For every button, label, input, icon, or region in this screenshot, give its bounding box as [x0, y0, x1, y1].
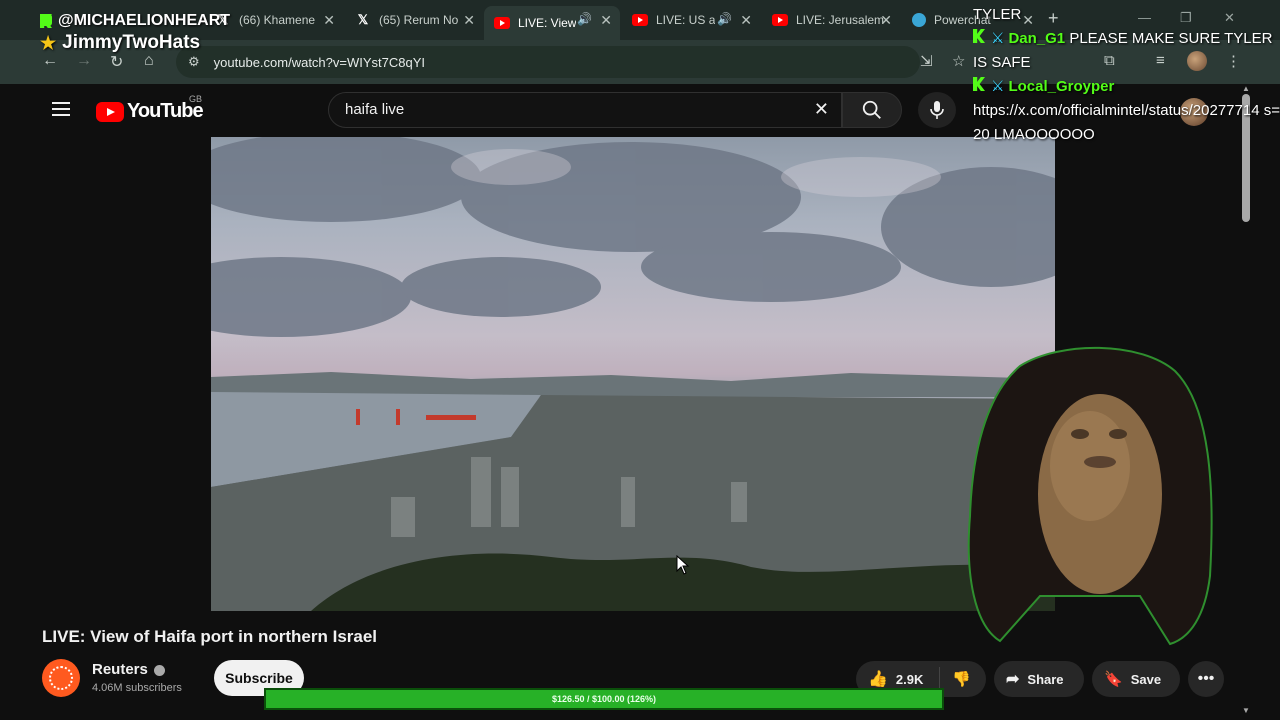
youtube-icon: [494, 17, 510, 29]
search-box: ✕: [328, 92, 842, 128]
video-title: LIVE: View of Haifa port in northern Isr…: [42, 627, 378, 646]
tab-title: LIVE: US a: [656, 13, 716, 27]
overlay-name: ★ JimmyTwoHats: [40, 32, 230, 54]
channel-name-text: Reuters: [92, 661, 148, 678]
tab-title: (65) Rerum No: [379, 13, 459, 27]
install-app-icon[interactable]: ⇲: [920, 52, 933, 70]
channel-name[interactable]: Reuters: [92, 661, 165, 678]
reload-icon[interactable]: ↻: [110, 52, 123, 72]
youtube-icon: [772, 14, 788, 26]
home-icon[interactable]: ⌂: [144, 52, 154, 70]
share-button[interactable]: ➦ Share: [994, 661, 1084, 697]
sword-badge-icon: ⚔: [991, 78, 1005, 95]
star-icon: ★: [40, 32, 57, 53]
tab-live-jerusalem[interactable]: LIVE: Jerusalem ✕: [762, 6, 900, 34]
more-dots-icon: •••: [1197, 670, 1215, 687]
tab-title: (66) Khamene: [239, 13, 316, 27]
close-tab-icon[interactable]: ✕: [323, 12, 335, 29]
thumbs-down-icon: 👎: [952, 671, 971, 688]
chat-message: ⚔ Dan_G1 PLEASE MAKE SURE TYLER IS SAFE: [973, 27, 1280, 75]
chat-message: ⚔ Local_Groyper https://x.com/officialmin…: [973, 75, 1280, 147]
like-count: 2.9K: [895, 671, 924, 687]
chat-username: Local_Groyper: [1008, 78, 1115, 95]
bookmark-star-icon[interactable]: ☆: [952, 52, 965, 70]
bookmark-icon: 🔖: [1104, 671, 1123, 688]
share-label: Share: [1027, 671, 1064, 687]
dislike-button[interactable]: 👎: [940, 670, 971, 688]
donation-goal-bar: $126.50 / $100.00 (126%): [264, 688, 944, 710]
youtube-logo[interactable]: YouTube GB: [96, 94, 204, 123]
tab-title: LIVE: View: [518, 16, 577, 30]
page-scrollbar[interactable]: ▲ ▼: [1240, 84, 1252, 720]
forward-arrow-icon[interactable]: →: [76, 52, 92, 70]
youtube-play-icon: [96, 101, 124, 122]
close-tab-icon[interactable]: ✕: [463, 12, 475, 29]
site-info-icon[interactable]: ⚙: [188, 54, 200, 70]
close-tab-icon[interactable]: ✕: [740, 12, 752, 29]
region-code: GB: [189, 94, 203, 104]
search-input[interactable]: [345, 101, 785, 118]
speaker-icon[interactable]: 🔊: [577, 12, 592, 26]
video-player[interactable]: [211, 137, 1055, 611]
address-bar[interactable]: ⚙ youtube.com/watch?v=WIYst7C8qYI: [176, 46, 920, 78]
save-button[interactable]: 🔖 Save: [1092, 661, 1180, 697]
powerchat-icon: [912, 13, 926, 27]
microphone-icon: [930, 101, 944, 119]
save-label: Save: [1130, 671, 1162, 687]
kick-badge-icon: [973, 77, 985, 91]
mouse-cursor-icon: [676, 555, 690, 575]
clear-search-icon[interactable]: ✕: [814, 99, 829, 120]
overlay-handle: @MICHAELIONHEART: [40, 12, 230, 30]
share-arrow-icon: ➦: [1006, 671, 1020, 688]
chat-message: TYLER: [973, 3, 1280, 27]
overlay-handle-text: @MICHAELIONHEART: [58, 12, 231, 29]
url-text: youtube.com/watch?v=WIYst7C8qYI: [213, 54, 426, 70]
close-tab-icon[interactable]: ✕: [600, 12, 612, 29]
channel-avatar[interactable]: [42, 659, 80, 697]
streamer-avatar-overlay: [967, 346, 1213, 646]
video-frame-city: [211, 137, 1055, 611]
tab-live-us[interactable]: LIVE: US a 🔊 ✕: [622, 6, 760, 34]
verified-badge-icon: [153, 664, 165, 676]
voice-search-button[interactable]: [918, 92, 956, 128]
kick-logo-icon: [40, 14, 52, 28]
speaker-icon[interactable]: 🔊: [717, 12, 732, 26]
tab-rerum[interactable]: 𝕏 (65) Rerum No ✕: [345, 6, 483, 34]
sword-badge-icon: ⚔: [991, 30, 1005, 47]
more-actions-button[interactable]: •••: [1188, 661, 1224, 697]
overlay-name-text: JimmyTwoHats: [62, 32, 201, 53]
thumbs-up-icon: 👍: [868, 671, 888, 688]
chat-username: Dan_G1: [1008, 30, 1066, 47]
stream-overlay-top: @MICHAELIONHEART ★ JimmyTwoHats: [40, 12, 230, 54]
scroll-down-icon[interactable]: ▼: [1242, 706, 1250, 715]
back-arrow-icon[interactable]: ←: [42, 52, 58, 70]
stream-chat-overlay: TYLER ⚔ Dan_G1 PLEASE MAKE SURE TYLER IS …: [973, 3, 1280, 147]
close-tab-icon[interactable]: ✕: [880, 12, 892, 29]
chat-text: TYLER: [973, 6, 1022, 23]
subscriber-count: 4.06M subscribers: [92, 682, 182, 694]
tab-title: LIVE: Jerusalem: [796, 13, 885, 27]
chat-text: https://x.com/officialmintel/status/2027…: [973, 102, 1280, 143]
x-icon: 𝕏: [357, 12, 369, 27]
search-icon: [862, 100, 881, 119]
donation-goal-text: $126.50 / $100.00 (126%): [551, 694, 657, 704]
youtube-icon: [632, 14, 648, 26]
search-button[interactable]: [842, 92, 902, 128]
kick-badge-icon: [973, 29, 985, 43]
tab-live-view[interactable]: LIVE: View 🔊 ✕: [484, 6, 620, 40]
hamburger-menu-icon[interactable]: [52, 102, 70, 116]
